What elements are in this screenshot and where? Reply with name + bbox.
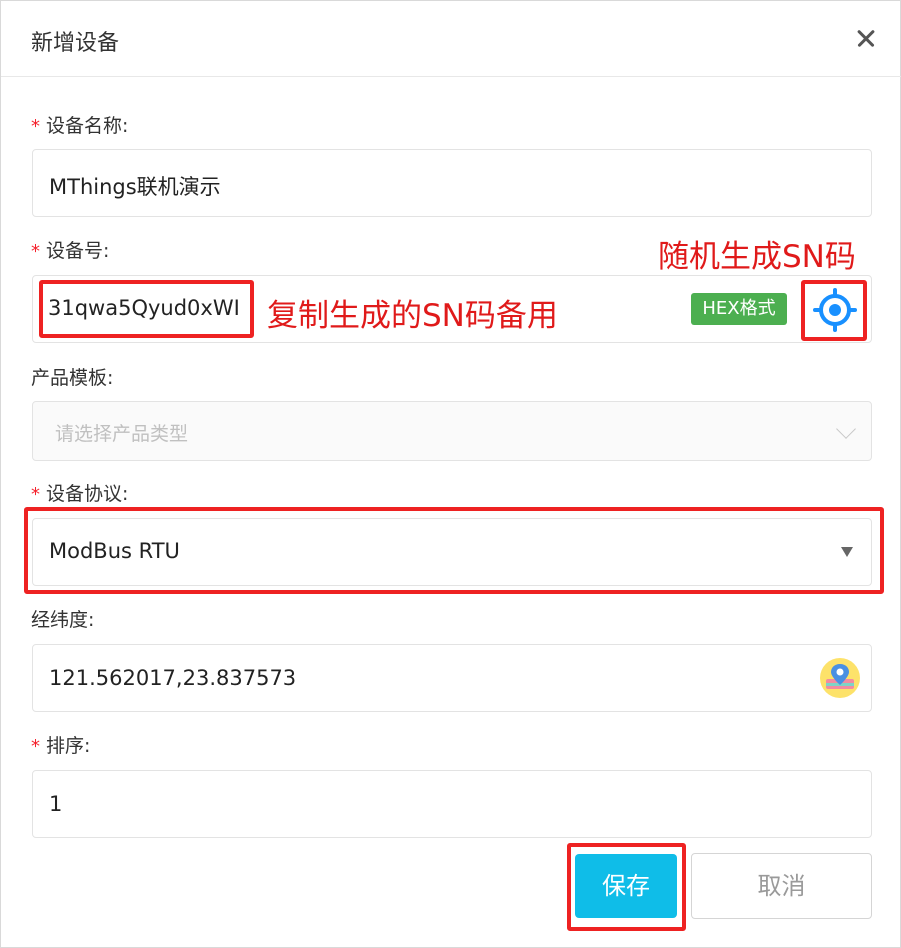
sort-input[interactable]: 1	[32, 770, 872, 838]
cancel-button[interactable]: 取消	[691, 853, 872, 919]
product-template-label-text: 产品模板:	[31, 367, 114, 389]
add-device-dialog: 新增设备 * 设备名称: MThings联机演示 * 设备号: 随机生成SN码 31…	[0, 0, 901, 948]
annotation-random-sn: 随机生成SN码	[658, 239, 856, 275]
target-icon[interactable]	[807, 284, 863, 336]
protocol-select[interactable]: ModBus RTU	[32, 518, 872, 586]
sort-value: 1	[49, 792, 63, 816]
caret-down-icon	[841, 547, 853, 557]
lat-lng-input[interactable]: 121.562017,23.837573	[32, 644, 872, 712]
annotation-copy-sn: 复制生成的SN码备用	[267, 298, 558, 334]
device-sn-label-text: 设备号:	[46, 240, 110, 262]
device-sn-label: * 设备号:	[31, 236, 109, 263]
product-template-placeholder: 请选择产品类型	[55, 423, 189, 445]
save-button[interactable]: 保存	[575, 854, 677, 918]
sort-label-text: 排序:	[46, 735, 91, 757]
required-mark: *	[31, 484, 40, 505]
protocol-label: * 设备协议:	[31, 479, 128, 506]
device-name-value: MThings联机演示	[49, 175, 221, 199]
protocol-label-text: 设备协议:	[46, 483, 129, 505]
device-name-input[interactable]: MThings联机演示	[32, 149, 872, 217]
sort-label: * 排序:	[31, 731, 90, 758]
device-name-label: * 设备名称:	[31, 111, 128, 138]
lat-lng-label-text: 经纬度:	[31, 609, 95, 631]
dialog-title: 新增设备	[31, 31, 120, 56]
map-pin-icon[interactable]	[819, 657, 861, 699]
required-mark: *	[31, 116, 40, 137]
protocol-value: ModBus RTU	[49, 539, 180, 563]
chevron-down-icon	[836, 419, 856, 439]
lat-lng-value: 121.562017,23.837573	[49, 666, 297, 690]
required-mark: *	[31, 241, 40, 262]
sn-value-highlight	[39, 280, 254, 338]
required-mark: *	[31, 736, 40, 757]
hex-format-badge[interactable]: HEX格式	[691, 293, 787, 325]
close-icon[interactable]	[851, 23, 881, 53]
product-template-select[interactable]: 请选择产品类型	[32, 401, 872, 461]
product-template-label: 产品模板:	[31, 363, 113, 390]
lat-lng-label: 经纬度:	[31, 605, 94, 632]
dialog-header: 新增设备	[1, 1, 901, 77]
device-name-label-text: 设备名称:	[46, 115, 129, 137]
